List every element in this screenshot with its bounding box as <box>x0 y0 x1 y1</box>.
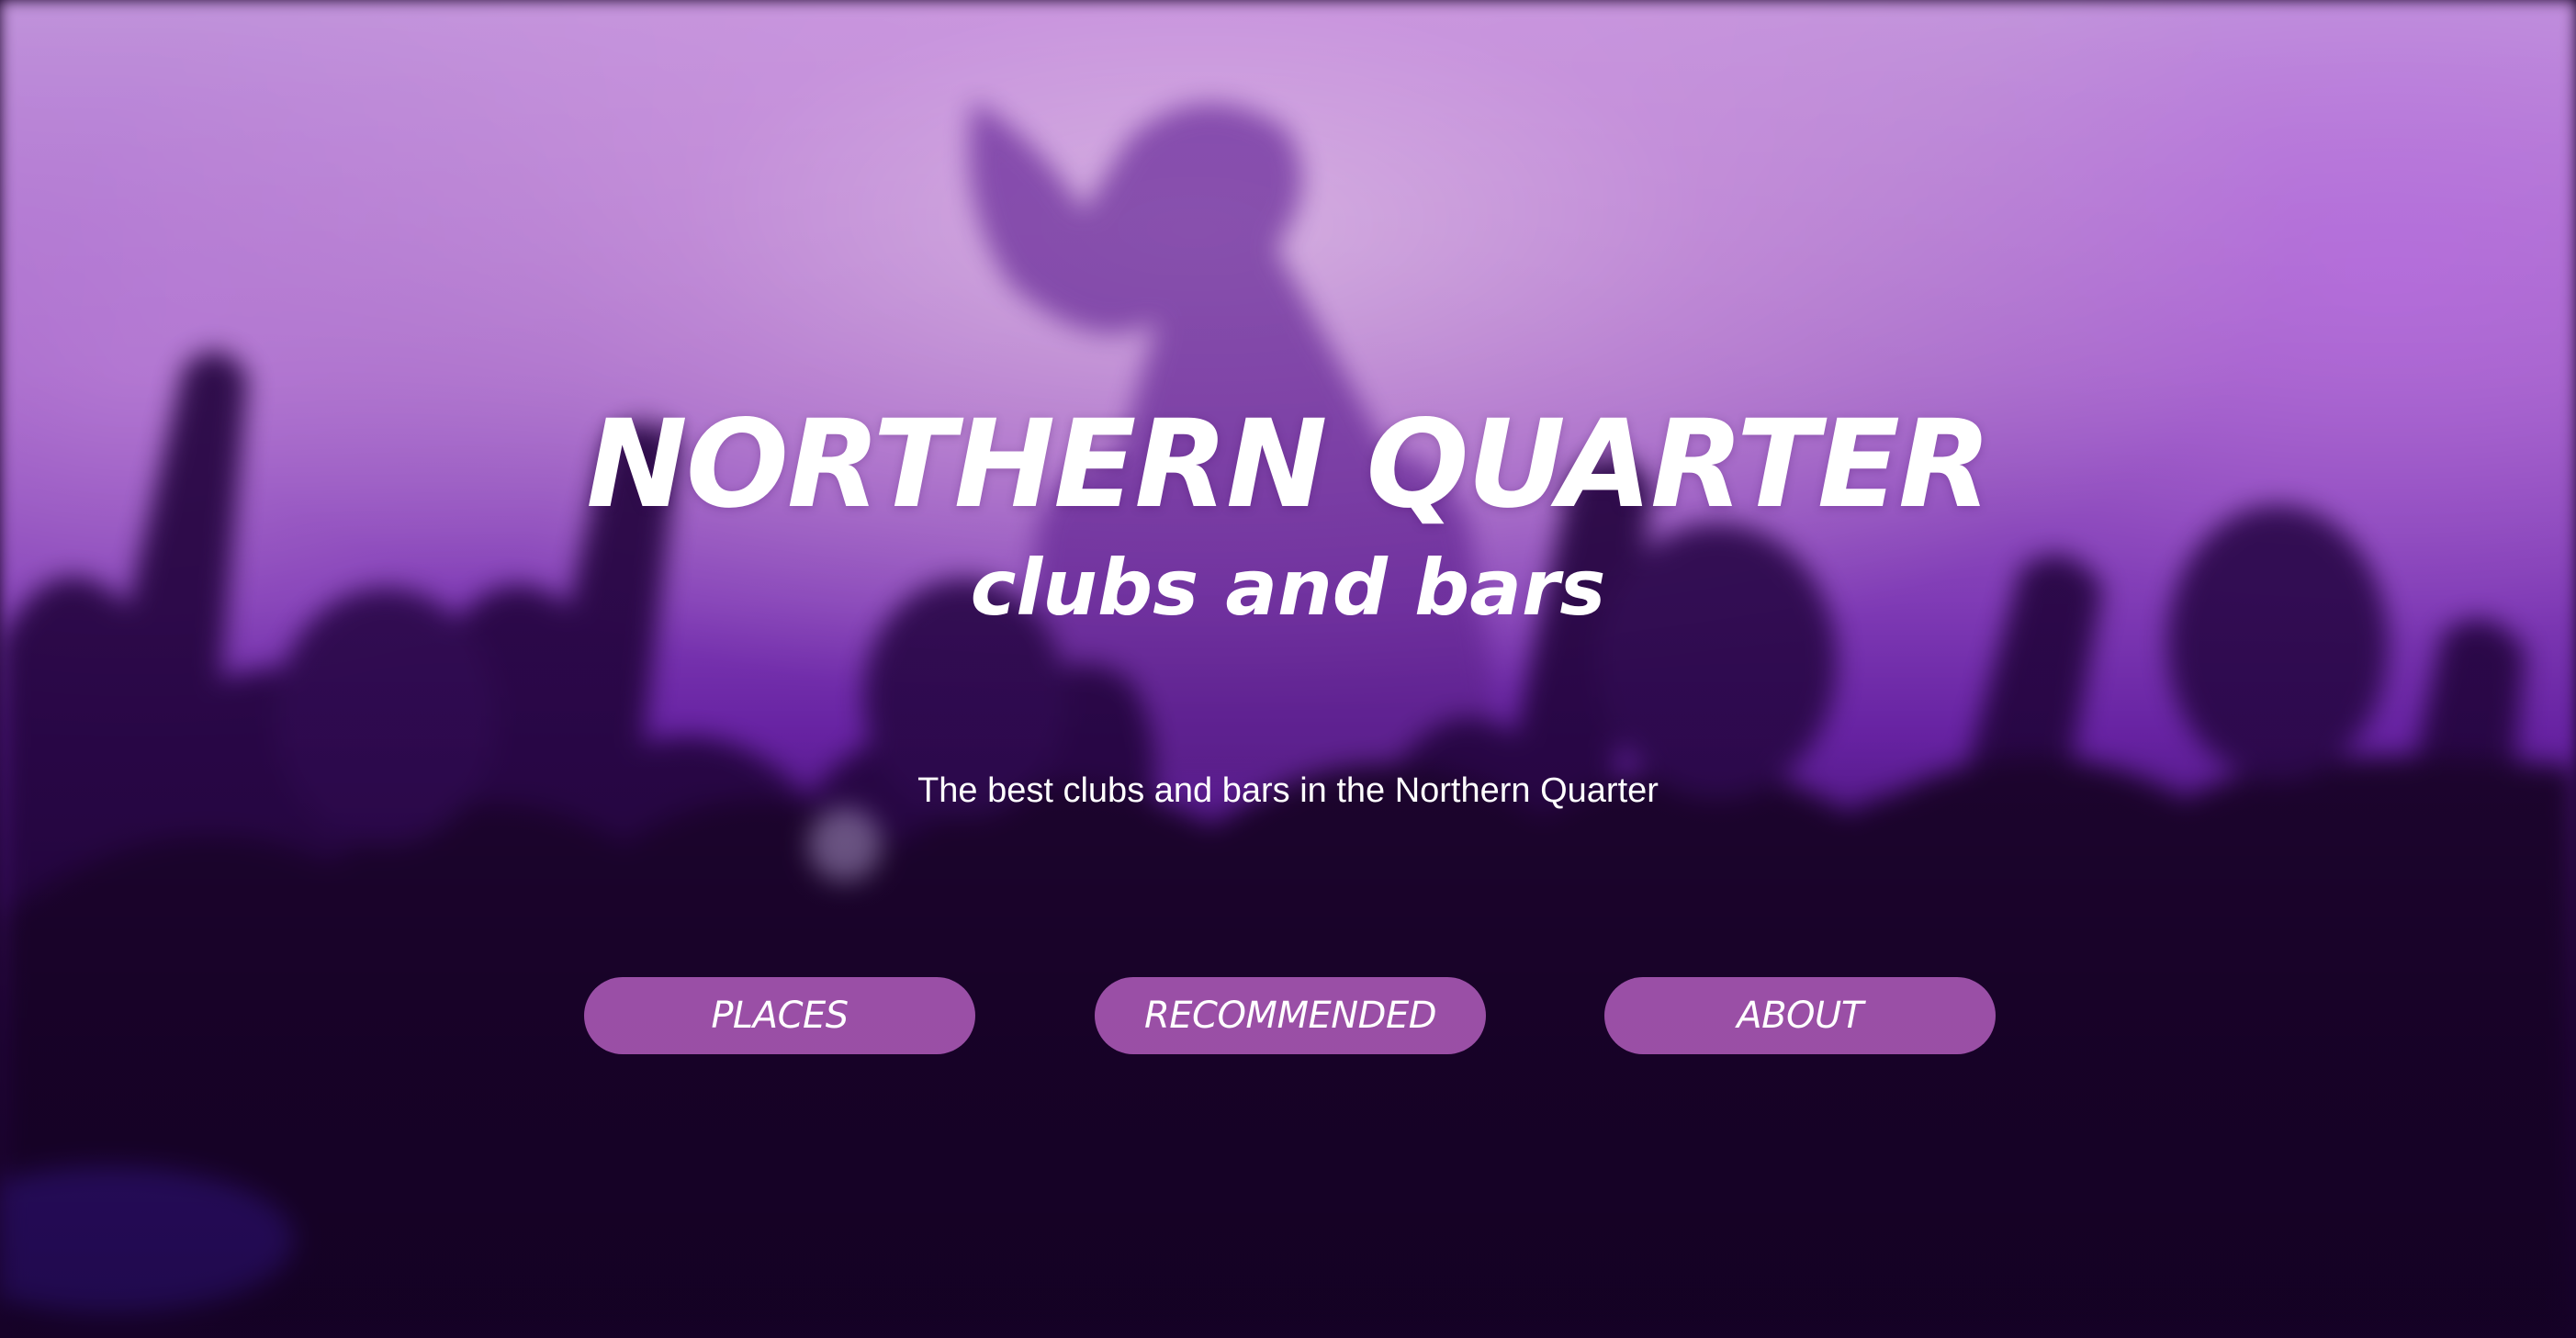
page-title: NORTHERN QUARTER <box>586 394 1991 535</box>
about-button[interactable]: ABOUT <box>1604 977 1996 1054</box>
main-navigation: PLACES RECOMMENDED ABOUT <box>0 977 2576 1054</box>
page-subtitle: clubs and bars <box>970 543 1606 633</box>
recommended-button[interactable]: RECOMMENDED <box>1095 977 1486 1054</box>
places-button[interactable]: PLACES <box>584 977 975 1054</box>
hero-content: NORTHERN QUARTER clubs and bars The best… <box>0 0 2576 1338</box>
hero-section: NORTHERN QUARTER clubs and bars The best… <box>0 0 2576 1338</box>
tagline: The best clubs and bars in the Northern … <box>917 771 1659 810</box>
